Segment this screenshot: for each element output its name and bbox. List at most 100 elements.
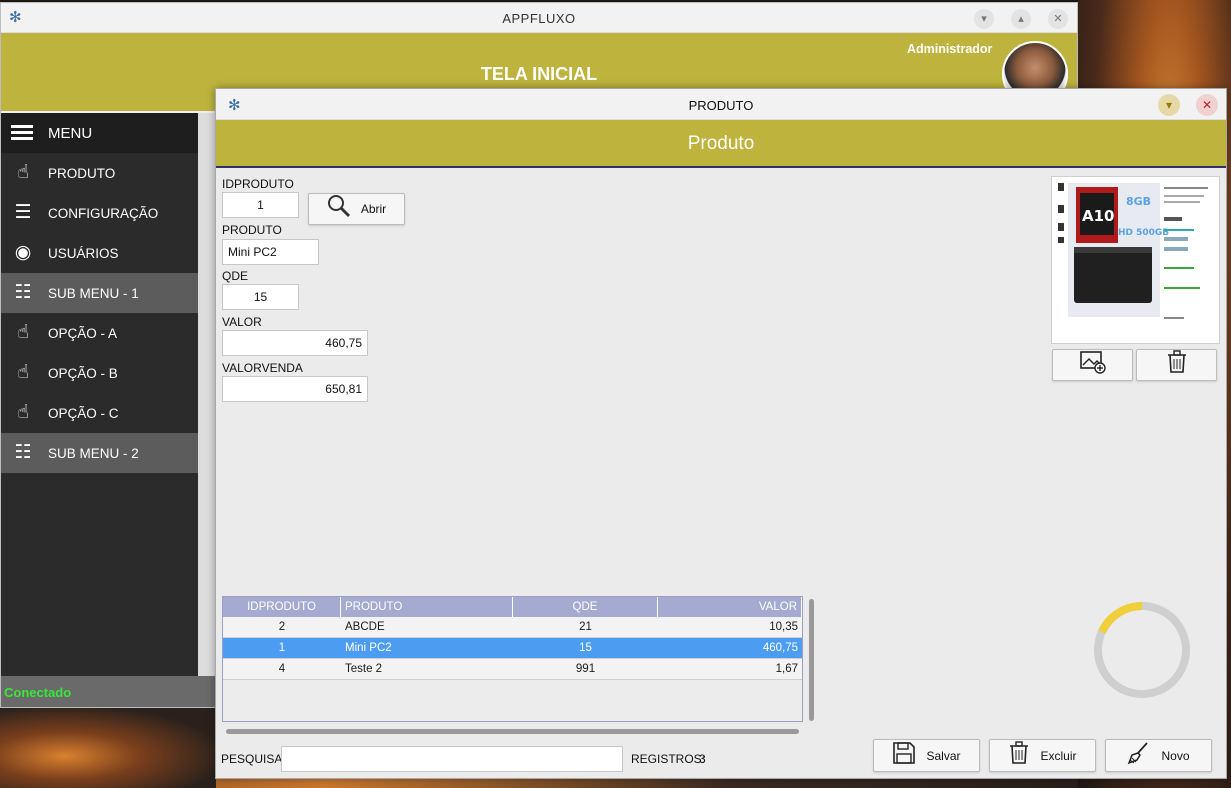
produto-label: PRODUTO xyxy=(222,223,282,237)
sidebar-item-usuarios[interactable]: ◉ USUÁRIOS xyxy=(1,233,198,273)
svg-text:A10: A10 xyxy=(1082,207,1114,225)
cell-valor: 10,35 xyxy=(769,621,798,633)
sidebar-item-opcao-c[interactable]: ☝ OPÇÃO - C xyxy=(1,393,198,433)
close-icon[interactable]: ✕ xyxy=(1196,94,1218,116)
cell-qde: 21 xyxy=(579,621,592,633)
valorvenda-label: VALORVENDA xyxy=(222,361,303,375)
minimize-icon[interactable]: ▾ xyxy=(1158,94,1180,116)
column-header-produto[interactable]: PRODUTO xyxy=(341,597,513,617)
desktop-wallpaper-bottom xyxy=(0,708,216,788)
sidebar-item-produto[interactable]: ☝ PRODUTO xyxy=(1,153,198,193)
menu-toggle[interactable]: MENU xyxy=(1,113,198,153)
table-row[interactable]: 4 Teste 2 991 1,67 xyxy=(223,659,802,680)
minimize-icon[interactable]: ▾ xyxy=(974,9,994,29)
novo-button[interactable]: Novo xyxy=(1105,739,1212,772)
sliders-icon: ☰ xyxy=(14,202,32,223)
produto-field[interactable]: Mini PC2 xyxy=(222,239,319,265)
qde-label: QDE xyxy=(222,269,249,283)
sidebar-item-label: OPÇÃO - A xyxy=(48,325,118,341)
cell-qde: 991 xyxy=(575,663,596,675)
cell-produto: ABCDE xyxy=(345,621,385,633)
connection-status: Conectado xyxy=(4,685,72,700)
list-icon: ☷ xyxy=(14,442,32,463)
cell-idproduto: 4 xyxy=(278,663,286,675)
svg-text:8GB: 8GB xyxy=(1126,195,1151,208)
cell-produto: Mini PC2 xyxy=(345,642,392,654)
novo-label: Novo xyxy=(1161,748,1190,763)
sidebar-item-label: SUB MENU - 1 xyxy=(48,285,139,301)
table-header: IDPRODUTO PRODUTO QDE VALOR xyxy=(223,597,802,617)
cell-produto: Teste 2 xyxy=(345,663,383,675)
column-header-idproduto[interactable]: IDPRODUTO xyxy=(223,597,341,617)
main-titlebar: ✻ APPFLUXO ▾ ▴ ✕ xyxy=(1,3,1077,33)
list-icon: ☷ xyxy=(14,282,32,303)
cell-valor: 460,75 xyxy=(762,642,798,654)
sidebar-item-opcao-b[interactable]: ☝ OPÇÃO - B xyxy=(1,353,198,393)
sidebar-item-label: CONFIGURAÇÃO xyxy=(48,205,159,221)
qde-field[interactable]: 15 xyxy=(222,284,299,310)
cell-valor: 1,67 xyxy=(775,663,798,675)
table-row-selected[interactable]: 1 Mini PC2 15 460,75 xyxy=(223,638,802,659)
cell-idproduto: 2 xyxy=(278,621,286,633)
add-image-button[interactable] xyxy=(1052,349,1133,381)
hamburger-icon xyxy=(11,125,33,141)
table-row[interactable]: 2 ABCDE 21 10,35 xyxy=(223,617,802,638)
main-window-title: APPFLUXO xyxy=(502,11,576,26)
sidebar: MENU ☝ PRODUTO ☰ CONFIGURAÇÃO ◉ USUÁRIOS… xyxy=(1,113,198,676)
page-title: TELA INICIAL xyxy=(480,64,598,84)
menu-label: MENU xyxy=(48,124,93,142)
close-icon[interactable]: ✕ xyxy=(1048,9,1068,29)
delete-image-button[interactable] xyxy=(1136,349,1217,381)
sidebar-item-label: OPÇÃO - C xyxy=(48,405,119,421)
pesquisa-label: PESQUISA: xyxy=(221,752,286,766)
abrir-label: Abrir xyxy=(360,202,387,216)
hand-coin-icon: ☝ xyxy=(17,162,29,183)
svg-text:HD 500GB: HD 500GB xyxy=(1118,228,1169,238)
user-name: Administrador xyxy=(907,42,993,56)
column-header-valor[interactable]: VALOR xyxy=(658,597,802,617)
salvar-button[interactable]: Salvar xyxy=(873,739,980,772)
table-horizontal-scrollbar[interactable] xyxy=(226,729,799,734)
sidebar-item-configuracao[interactable]: ☰ CONFIGURAÇÃO xyxy=(1,193,198,233)
salvar-label: Salvar xyxy=(926,748,961,763)
excluir-button[interactable]: Excluir xyxy=(989,739,1096,772)
valor-field[interactable]: 460,75 xyxy=(222,330,368,356)
produto-window-title: PRODUTO xyxy=(688,98,754,113)
idproduto-label: IDPRODUTO xyxy=(222,177,294,191)
valorvenda-field[interactable]: 650,81 xyxy=(222,376,368,402)
image-plus-icon xyxy=(1079,350,1106,380)
trash-icon xyxy=(1008,740,1030,771)
user-circle-icon: ◉ xyxy=(14,242,32,263)
search-icon xyxy=(327,194,351,224)
sidebar-item-opcao-a[interactable]: ☝ OPÇÃO - A xyxy=(1,313,198,353)
valor-label: VALOR xyxy=(222,315,262,329)
produtos-table[interactable]: IDPRODUTO PRODUTO QDE VALOR 2 ABCDE 21 1… xyxy=(222,596,803,722)
sidebar-item-sub-menu-1[interactable]: ☷ SUB MENU - 1 xyxy=(1,273,198,313)
produto-header: Produto xyxy=(216,120,1226,168)
produto-titlebar: ✻ PRODUTO ▾ ✕ xyxy=(216,89,1226,120)
hand-coin-icon: ☝ xyxy=(17,322,29,343)
registros-count: 3 xyxy=(699,752,706,766)
sidebar-item-sub-menu-2[interactable]: ☷ SUB MENU - 2 xyxy=(1,433,198,473)
column-header-qde[interactable]: QDE xyxy=(513,597,658,617)
floppy-disk-icon xyxy=(892,741,916,771)
produto-window: ✻ PRODUTO ▾ ✕ Produto IDPRODUTO 1 Abrir … xyxy=(215,88,1227,779)
maximize-icon[interactable]: ▴ xyxy=(1011,9,1031,29)
sidebar-item-label: USUÁRIOS xyxy=(48,245,119,261)
sidebar-item-label: OPÇÃO - B xyxy=(48,365,118,381)
sidebar-item-label: PRODUTO xyxy=(48,165,116,181)
excluir-label: Excluir xyxy=(1040,748,1077,763)
cell-idproduto: 1 xyxy=(278,642,286,654)
abrir-button[interactable]: Abrir xyxy=(308,193,405,225)
table-vertical-scrollbar[interactable] xyxy=(809,599,814,721)
loading-spinner xyxy=(1094,602,1190,698)
registros-label: REGISTROS: xyxy=(631,752,706,766)
trash-icon xyxy=(1166,350,1188,380)
broom-icon xyxy=(1127,741,1151,771)
idproduto-field[interactable]: 1 xyxy=(222,192,299,218)
search-input[interactable] xyxy=(281,746,623,772)
hand-coin-icon: ☝ xyxy=(17,402,29,423)
main-content-area xyxy=(198,113,216,676)
product-image: A10 8GB HD 500GB xyxy=(1051,176,1220,344)
sidebar-item-label: SUB MENU - 2 xyxy=(48,445,139,461)
